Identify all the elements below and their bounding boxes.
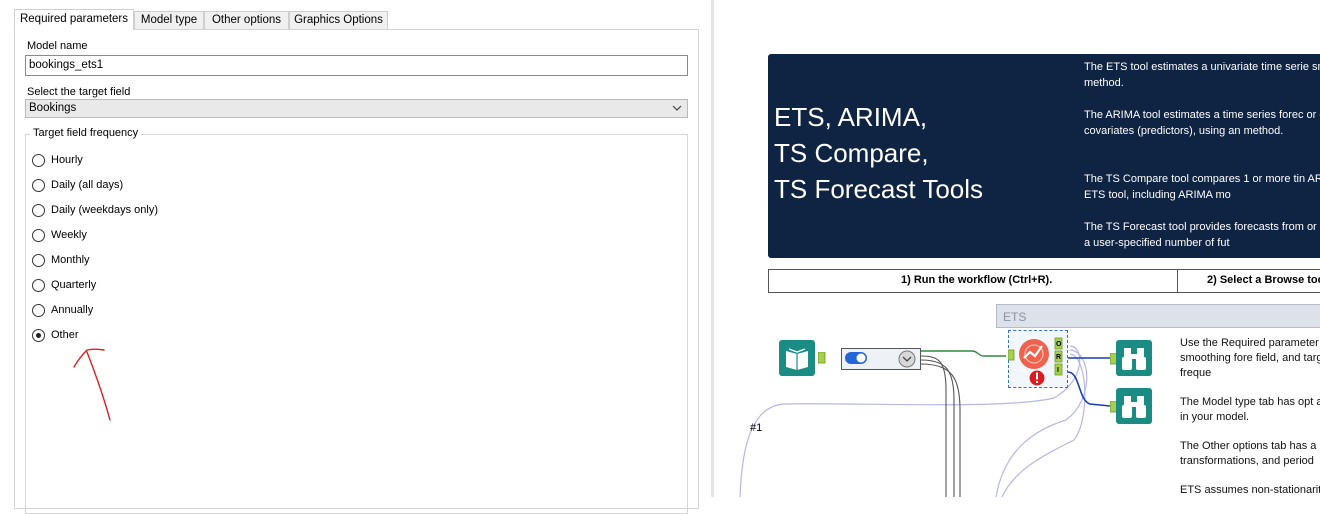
radio-label: Hourly bbox=[51, 154, 83, 166]
radio-label: Quarterly bbox=[51, 279, 97, 291]
tab-other-options[interactable]: Other options bbox=[204, 11, 289, 29]
blue-wires bbox=[1067, 357, 1111, 407]
target-field-value: Bookings bbox=[29, 102, 77, 114]
red-arrow-annotation bbox=[73, 348, 111, 421]
workflow-canvas[interactable]: ETS, ARIMA, TS Compare, TS Forecast Tool… bbox=[714, 0, 1320, 497]
frequency-legend: Target field frequency bbox=[30, 127, 142, 139]
radio-circle bbox=[32, 179, 45, 192]
tab-required-parameters[interactable]: Required parameters bbox=[14, 9, 134, 30]
frequency-group bbox=[25, 134, 688, 514]
toggle-icon[interactable] bbox=[841, 348, 921, 370]
radio-circle bbox=[32, 254, 45, 267]
model-name-label: Model name bbox=[27, 40, 88, 52]
browse-binoculars-icon[interactable] bbox=[1116, 388, 1152, 424]
radio-label: Daily (all days) bbox=[51, 179, 124, 191]
radio-circle bbox=[32, 329, 45, 342]
radio-selected-dot bbox=[36, 333, 41, 338]
radio-circle bbox=[32, 229, 45, 242]
svg-text:R: R bbox=[1021, 367, 1026, 374]
green-wire bbox=[921, 350, 1006, 357]
radio-circle bbox=[32, 279, 45, 292]
radio-label: Monthly bbox=[51, 254, 90, 266]
tab-graphics-options[interactable]: Graphics Options bbox=[289, 11, 388, 29]
model-name-input[interactable]: bookings_ets1 bbox=[25, 55, 688, 76]
radio-circle bbox=[32, 154, 45, 167]
ets-note-required: Use the Required parameter exponential s… bbox=[1180, 337, 1320, 379]
gray-wires bbox=[920, 355, 961, 497]
browse-binoculars-icon[interactable] bbox=[1116, 340, 1152, 376]
ets-note-other-options: The Other options tab has a transformati… bbox=[1180, 440, 1317, 467]
target-field-select[interactable]: Bookings bbox=[25, 99, 688, 118]
book-output-anchor[interactable] bbox=[818, 352, 826, 364]
radio-label: Weekly bbox=[51, 229, 87, 241]
ets-anchor-i: I bbox=[1057, 367, 1059, 374]
ets-anchor-r: R bbox=[1056, 354, 1061, 361]
ets-note-stationarity: ETS assumes non-stationarit bbox=[1180, 484, 1320, 496]
connection-label: #1 bbox=[750, 422, 763, 434]
radio-circle bbox=[32, 304, 45, 317]
ets-note-model-type: The Model type tab has opt are handled i… bbox=[1180, 396, 1320, 423]
book-input-icon[interactable] bbox=[779, 340, 815, 376]
chevron-down-icon bbox=[672, 105, 682, 111]
configuration-panel: Required parameters Model type Other opt… bbox=[0, 0, 714, 514]
tab-model-type[interactable]: Model type bbox=[134, 11, 204, 29]
radio-circle bbox=[32, 204, 45, 217]
radio-label: Daily (weekdays only) bbox=[51, 204, 158, 216]
radio-label: Annually bbox=[51, 304, 94, 316]
target-field-label: Select the target field bbox=[27, 86, 131, 98]
error-icon bbox=[1028, 369, 1046, 387]
ets-anchor-o: O bbox=[1056, 341, 1062, 348]
